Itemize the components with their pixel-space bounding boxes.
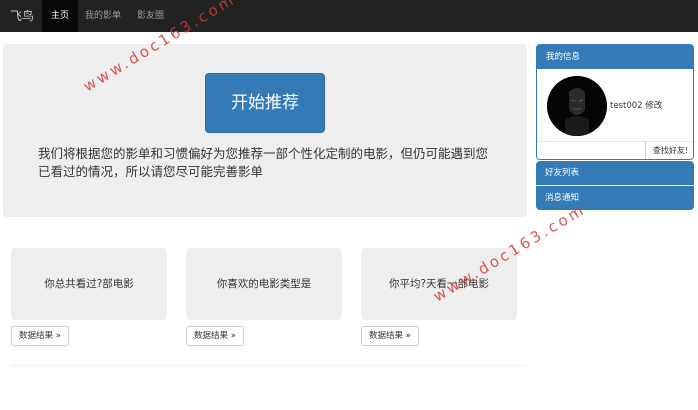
start-recommend-button[interactable]: 开始推荐 [205, 73, 325, 133]
find-friends-button[interactable]: 查找好友! [645, 142, 693, 159]
data-result-button-2[interactable]: 数据结果 » [186, 326, 244, 346]
panel-title: 我的信息 [537, 45, 693, 69]
nav-item-home[interactable]: 主页 [42, 0, 79, 32]
card-total-watched: 你总共看过?部电影 [11, 248, 167, 320]
sidebar-item-notifications[interactable]: 消息通知 [536, 186, 694, 210]
card-favorite-genre: 你喜欢的电影类型是 [186, 248, 342, 320]
top-navbar: 飞鸟 主页 我的影单 影友圈 [0, 0, 698, 32]
data-result-button-3[interactable]: 数据结果 » [361, 326, 419, 346]
data-result-button-1[interactable]: 数据结果 » [11, 326, 69, 346]
nav-item-my-films[interactable]: 我的影单 [76, 0, 130, 32]
avatar[interactable] [547, 76, 607, 136]
username-edit-link[interactable]: test002 修改 [610, 99, 662, 111]
sidebar-item-friends-list[interactable]: 好友列表 [536, 161, 694, 185]
find-friend-input[interactable] [537, 142, 645, 159]
footer-divider [11, 365, 527, 366]
brand-logo[interactable]: 飞鸟 [10, 0, 34, 32]
my-info-panel: 我的信息 test002 修改 查找好友! [536, 44, 694, 160]
mask-avatar-icon [547, 76, 607, 136]
recommend-description: 我们将根据您的影单和习惯偏好为您推荐一部个性化定制的电影，但仍可能遇到您已看过的… [38, 146, 489, 179]
recommend-jumbotron: 开始推荐 我们将根据您的影单和习惯偏好为您推荐一部个性化定制的电影，但仍可能遇到… [3, 44, 527, 217]
